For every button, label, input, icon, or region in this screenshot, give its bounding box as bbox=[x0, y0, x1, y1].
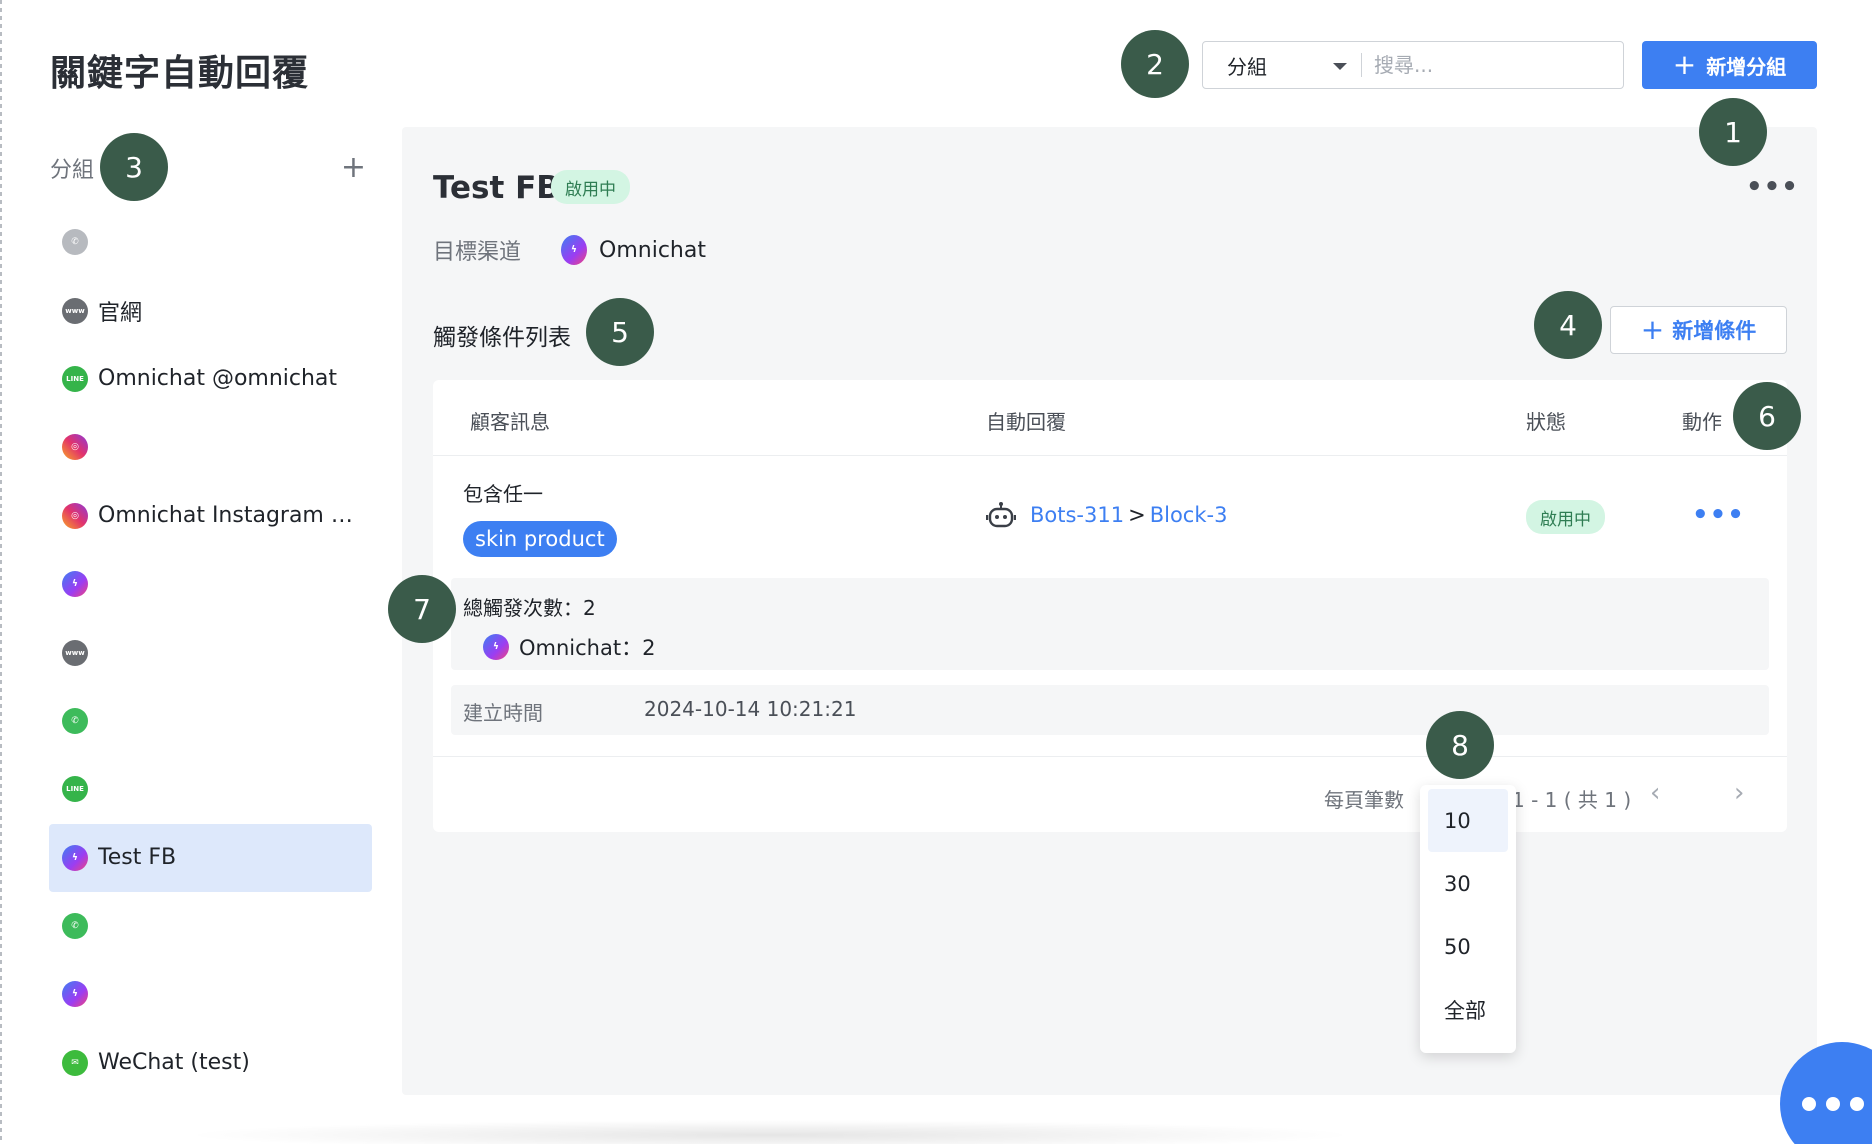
plus-icon: + bbox=[1672, 48, 1697, 81]
messenger-icon: ϟ bbox=[561, 235, 588, 265]
sidebar-item[interactable]: ϟ bbox=[49, 550, 372, 618]
column-header-reply: 自動回覆 bbox=[986, 410, 1066, 434]
section-title: 觸發條件列表 bbox=[433, 325, 571, 351]
add-group-button[interactable]: + 新增分組 bbox=[1642, 41, 1817, 89]
page-title: 關鍵字自動回覆 bbox=[50, 53, 310, 94]
annotation-marker: 4 bbox=[1534, 291, 1602, 359]
whatsapp-icon: ✆ bbox=[62, 707, 88, 734]
column-header-status: 狀態 bbox=[1526, 410, 1566, 434]
sidebar-item[interactable]: ✆ bbox=[49, 208, 372, 276]
plus-icon: + bbox=[1640, 313, 1665, 346]
dot bbox=[1802, 1097, 1816, 1111]
sidebar-item[interactable]: ϟ bbox=[49, 960, 372, 1028]
sidebar-item[interactable]: ◎ Omnichat Instagram O… bbox=[49, 482, 372, 550]
channel-trigger-label: Omnichat：2 bbox=[519, 636, 656, 660]
scroll-shadow bbox=[180, 1120, 1360, 1144]
instagram-icon: ◎ bbox=[62, 434, 88, 461]
whatsapp-icon: ✆ bbox=[62, 229, 88, 256]
annotation-marker: 3 bbox=[100, 133, 168, 201]
annotation-marker: 7 bbox=[388, 575, 456, 643]
sidebar-item[interactable]: www 官網 bbox=[49, 276, 372, 344]
annotation-marker: 8 bbox=[1426, 711, 1494, 779]
page-size-option[interactable]: 50 bbox=[1428, 915, 1508, 978]
add-icon[interactable]: + bbox=[341, 153, 366, 183]
channel-trigger-count: ϟ Omnichat：2 bbox=[483, 632, 655, 662]
instagram-icon: ◎ bbox=[62, 502, 88, 529]
wechat-icon: ✉ bbox=[62, 1049, 88, 1076]
left-border bbox=[0, 0, 2, 1144]
whatsapp-icon: ✆ bbox=[62, 913, 88, 940]
sidebar-item-label: WeChat (test) bbox=[98, 1050, 250, 1076]
page-size-option[interactable]: 30 bbox=[1428, 852, 1508, 915]
auto-reply-cell: Bots-311 > Block-3 bbox=[986, 502, 1227, 528]
sidebar-item[interactable]: ✆ bbox=[49, 892, 372, 960]
messenger-icon: ϟ bbox=[62, 571, 88, 598]
add-condition-button[interactable]: + 新增條件 bbox=[1610, 306, 1787, 354]
sidebar-list: ✆ www 官網 LINE Omnichat @omnichat ◎ ◎ Omn… bbox=[49, 208, 372, 1097]
sidebar-item[interactable]: LINE bbox=[49, 755, 372, 823]
sidebar-item-label: Test FB bbox=[98, 845, 177, 871]
target-channel-row: 目標渠道 ϟ Omnichat bbox=[433, 234, 706, 266]
sidebar-item[interactable]: ✆ bbox=[49, 687, 372, 755]
more-options-icon[interactable]: ••• bbox=[1746, 172, 1799, 202]
block-link[interactable]: Block-3 bbox=[1150, 503, 1228, 527]
annotation-marker: 5 bbox=[586, 298, 654, 366]
match-type-label: 包含任一 bbox=[463, 482, 543, 506]
sidebar-header: 分組 + bbox=[50, 152, 370, 184]
page-size-menu: 10 30 50 全部 bbox=[1420, 785, 1516, 1053]
breadcrumb-separator: > bbox=[1128, 503, 1146, 527]
line-icon: LINE bbox=[62, 365, 88, 392]
chevron-right-icon[interactable]: › bbox=[1734, 778, 1744, 808]
sidebar-item-label: Omnichat Instagram O… bbox=[98, 503, 358, 529]
created-time-value: 2024-10-14 10:21:21 bbox=[644, 697, 857, 721]
sidebar-header-label: 分組 bbox=[50, 158, 95, 183]
www-icon: www bbox=[62, 297, 88, 324]
annotation-marker: 1 bbox=[1699, 98, 1767, 166]
divider bbox=[433, 756, 1787, 757]
row-status-badge: 啟用中 bbox=[1526, 500, 1605, 534]
add-condition-label: 新增條件 bbox=[1672, 319, 1757, 343]
sidebar-item[interactable]: LINE Omnichat @omnichat bbox=[49, 345, 372, 413]
add-group-label: 新增分組 bbox=[1706, 54, 1787, 79]
messenger-icon: ϟ bbox=[62, 844, 88, 871]
www-icon: www bbox=[62, 639, 88, 666]
divider bbox=[433, 455, 1787, 456]
page-size-option[interactable]: 全部 bbox=[1428, 978, 1508, 1041]
page-size-option[interactable]: 10 bbox=[1428, 789, 1508, 852]
group-select-value: 分組 bbox=[1227, 54, 1267, 79]
search-input[interactable] bbox=[1362, 42, 1623, 88]
group-select[interactable]: 分組 bbox=[1203, 42, 1361, 88]
annotation-marker: 6 bbox=[1733, 382, 1801, 450]
line-icon: LINE bbox=[62, 776, 88, 803]
messenger-icon: ϟ bbox=[62, 981, 88, 1008]
sidebar-item[interactable]: www bbox=[49, 618, 372, 686]
sidebar-item-test-fb[interactable]: ϟ Test FB bbox=[49, 823, 372, 892]
bot-link[interactable]: Bots-311 bbox=[1030, 503, 1124, 527]
group-title: Test FB bbox=[433, 170, 560, 206]
pagination-range: 1 - 1 ( 共 1 ) bbox=[1512, 788, 1632, 812]
dot bbox=[1826, 1097, 1840, 1111]
column-header-message: 顧客訊息 bbox=[470, 410, 550, 434]
per-page-label: 每頁筆數 bbox=[1324, 788, 1404, 812]
sidebar-item[interactable]: ✉ WeChat (test) bbox=[49, 1029, 372, 1097]
robot-icon bbox=[986, 502, 1016, 528]
created-time-label: 建立時間 bbox=[463, 701, 543, 725]
keyword-tag: skin product bbox=[463, 521, 617, 557]
total-trigger-count: 總觸發次數：2 bbox=[463, 596, 596, 620]
chevron-left-icon[interactable]: ‹ bbox=[1650, 778, 1660, 808]
annotation-marker: 2 bbox=[1121, 30, 1189, 98]
row-more-icon[interactable]: ••• bbox=[1692, 500, 1745, 530]
messenger-icon: ϟ bbox=[483, 634, 509, 660]
sidebar-item[interactable]: ◎ bbox=[49, 413, 372, 481]
dot bbox=[1850, 1097, 1864, 1111]
caret-down-icon bbox=[1333, 63, 1348, 70]
column-header-action: 動作 bbox=[1682, 410, 1722, 434]
status-badge: 啟用中 bbox=[551, 170, 630, 204]
target-channel-label: 目標渠道 bbox=[433, 240, 522, 265]
sidebar-item-label: 官網 bbox=[98, 300, 143, 326]
target-channel-name: Omnichat bbox=[599, 237, 706, 263]
sidebar-item-label: Omnichat @omnichat bbox=[98, 366, 338, 392]
search-bar: 分組 bbox=[1202, 41, 1624, 89]
